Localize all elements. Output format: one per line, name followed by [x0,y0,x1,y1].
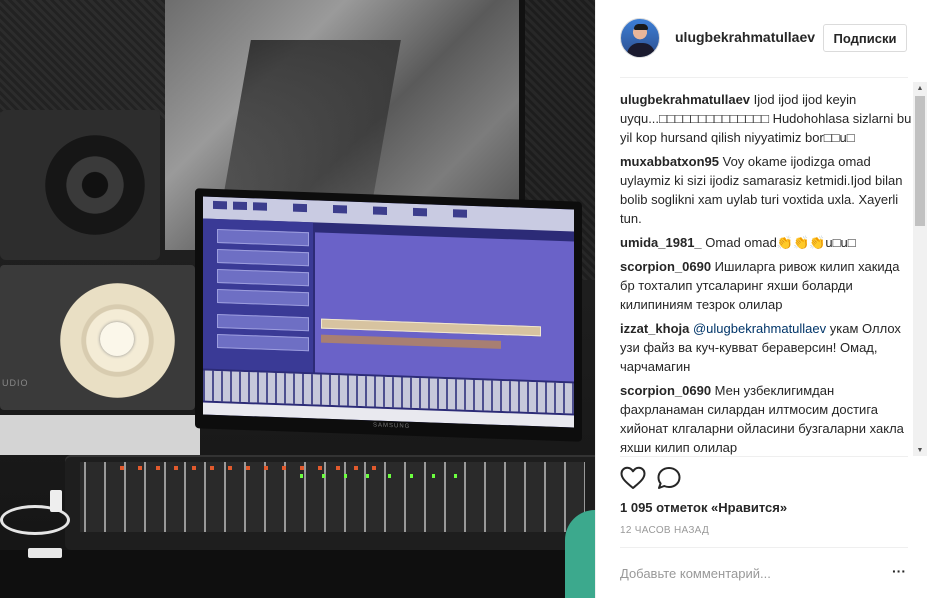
comment-text: Omad omad👏👏👏u□u□ [705,235,856,250]
speaker-woofer-top [45,135,145,235]
post-header: ulugbekrahmatullaev Подписки [596,0,927,77]
console-faders [80,462,585,532]
scroll-up-arrow-icon[interactable]: ▲ [913,82,927,94]
comment-item: scorpion_0690 Мен узбеклигимдан фахрлана… [620,381,912,456]
console-leds-green [300,474,460,478]
comment-item: muxabbatxon95 Voy okame ijodizga omad uy… [620,152,912,228]
likes-count[interactable]: 1 095 отметок «Нравится» [620,500,787,515]
comment-item: izzat_khoja @ulugbekrahmatullaev укам Ол… [620,319,912,376]
comments-list[interactable]: ulugbekrahmatullaev Ijod ijod ijod keyin… [620,82,912,456]
post-sidebar: ulugbekrahmatullaev Подписки ulugbekrahm… [595,0,927,598]
scrollbar-thumb[interactable] [915,96,925,226]
comment-item: ulugbekrahmatullaev Ijod ijod ijod keyin… [620,90,912,147]
monitor-brand-label: SAMSUNG [373,422,411,430]
comments-scrollbar[interactable]: ▲ ▼ [913,82,927,456]
daw-arrange-window [315,232,574,382]
post-timestamp[interactable]: 12 ЧАСОВ НАЗАД [620,525,709,536]
comment-mention[interactable]: @ulugbekrahmatullaev [693,321,826,336]
avatar[interactable] [620,18,660,58]
comment-username[interactable]: scorpion_0690 [620,259,711,274]
daw-screen [203,196,574,428]
post-photo[interactable]: UDIO SAMSUNG [0,0,595,598]
actions-divider [620,456,908,457]
heart-outline-icon[interactable] [620,466,646,490]
comment-username[interactable]: ulugbekrahmatullaev [620,92,750,107]
comment-item: umida_1981_ Omad omad👏👏👏u□u□ [620,233,912,252]
following-button[interactable]: Подписки [823,24,907,52]
add-comment-input[interactable] [620,563,870,583]
input-divider [620,547,908,548]
instagram-post-view: UDIO SAMSUNG ulugbekrahmatullaev Подписк… [0,0,927,598]
header-divider [620,77,908,78]
comment-username[interactable]: izzat_khoja [620,321,689,336]
computer-monitor: SAMSUNG [195,188,582,442]
acoustic-foam [0,0,170,120]
charger-plug [50,490,62,512]
usb-dongle [28,548,62,558]
speaker-dust-cap [100,322,134,356]
comment-username[interactable]: muxabbatxon95 [620,154,719,169]
comment-username[interactable]: scorpion_0690 [620,383,711,398]
scroll-down-arrow-icon[interactable]: ▼ [913,444,927,456]
comment-username[interactable]: umida_1981_ [620,235,702,250]
desk-front [0,550,595,598]
console-leds [120,466,390,470]
desk-shelf [0,415,200,455]
person-shoulder [565,510,595,598]
daw-track-list [203,218,313,373]
header-username[interactable]: ulugbekrahmatullaev [675,29,815,45]
speaker-brand-label: UDIO [2,378,29,388]
speech-bubble-icon[interactable] [656,466,682,490]
comment-item: scorpion_0690 Ишиларга ривож килип хакид… [620,257,912,314]
ellipsis-icon[interactable]: ··· [892,564,908,581]
